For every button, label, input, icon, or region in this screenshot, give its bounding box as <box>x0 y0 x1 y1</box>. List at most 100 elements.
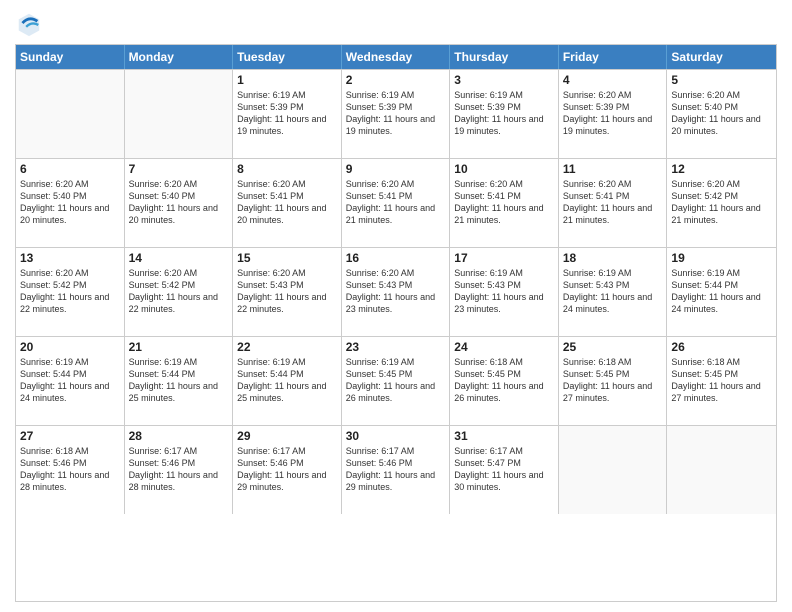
cell-info: Sunrise: 6:19 AM Sunset: 5:43 PM Dayligh… <box>563 267 663 316</box>
day-number: 19 <box>671 251 772 265</box>
day-number: 16 <box>346 251 446 265</box>
calendar-cell <box>125 70 234 158</box>
cell-info: Sunrise: 6:20 AM Sunset: 5:40 PM Dayligh… <box>129 178 229 227</box>
day-number: 8 <box>237 162 337 176</box>
day-number: 15 <box>237 251 337 265</box>
day-number: 27 <box>20 429 120 443</box>
calendar-cell: 27 Sunrise: 6:18 AM Sunset: 5:46 PM Dayli… <box>16 426 125 514</box>
day-number: 13 <box>20 251 120 265</box>
cell-info: Sunrise: 6:20 AM Sunset: 5:42 PM Dayligh… <box>20 267 120 316</box>
day-number: 6 <box>20 162 120 176</box>
cell-info: Sunrise: 6:19 AM Sunset: 5:44 PM Dayligh… <box>20 356 120 405</box>
calendar-cell: 15 Sunrise: 6:20 AM Sunset: 5:43 PM Dayli… <box>233 248 342 336</box>
calendar-cell: 30 Sunrise: 6:17 AM Sunset: 5:46 PM Dayli… <box>342 426 451 514</box>
cell-info: Sunrise: 6:20 AM Sunset: 5:41 PM Dayligh… <box>346 178 446 227</box>
calendar-cell: 20 Sunrise: 6:19 AM Sunset: 5:44 PM Dayli… <box>16 337 125 425</box>
day-number: 2 <box>346 73 446 87</box>
cell-info: Sunrise: 6:20 AM Sunset: 5:42 PM Dayligh… <box>129 267 229 316</box>
cell-info: Sunrise: 6:18 AM Sunset: 5:45 PM Dayligh… <box>563 356 663 405</box>
calendar-header-day: Thursday <box>450 45 559 69</box>
calendar-cell: 8 Sunrise: 6:20 AM Sunset: 5:41 PM Daylig… <box>233 159 342 247</box>
calendar-row: 6 Sunrise: 6:20 AM Sunset: 5:40 PM Daylig… <box>16 158 776 247</box>
header <box>15 10 777 38</box>
calendar-cell: 11 Sunrise: 6:20 AM Sunset: 5:41 PM Dayli… <box>559 159 668 247</box>
calendar-cell: 26Sunrise: 6:18 AM Sunset: 5:45 PM Dayli… <box>667 337 776 425</box>
calendar-cell: 6 Sunrise: 6:20 AM Sunset: 5:40 PM Daylig… <box>16 159 125 247</box>
day-number: 9 <box>346 162 446 176</box>
calendar-cell <box>667 426 776 514</box>
calendar-cell: 1 Sunrise: 6:19 AM Sunset: 5:39 PM Daylig… <box>233 70 342 158</box>
day-number: 21 <box>129 340 229 354</box>
calendar-cell: 16 Sunrise: 6:20 AM Sunset: 5:43 PM Dayli… <box>342 248 451 336</box>
calendar-cell: 18 Sunrise: 6:19 AM Sunset: 5:43 PM Dayli… <box>559 248 668 336</box>
cell-info: Sunrise: 6:20 AM Sunset: 5:43 PM Dayligh… <box>237 267 337 316</box>
day-number: 5 <box>671 73 772 87</box>
calendar-cell: 7 Sunrise: 6:20 AM Sunset: 5:40 PM Daylig… <box>125 159 234 247</box>
cell-info: Sunrise: 6:20 AM Sunset: 5:43 PM Dayligh… <box>346 267 446 316</box>
cell-info: Sunrise: 6:20 AM Sunset: 5:39 PM Dayligh… <box>563 89 663 138</box>
logo <box>15 10 47 38</box>
calendar-header-day: Monday <box>125 45 234 69</box>
cell-info: Sunrise: 6:19 AM Sunset: 5:39 PM Dayligh… <box>237 89 337 138</box>
calendar-cell: 29 Sunrise: 6:17 AM Sunset: 5:46 PM Dayli… <box>233 426 342 514</box>
calendar-cell <box>559 426 668 514</box>
calendar-cell: 5Sunrise: 6:20 AM Sunset: 5:40 PM Daylig… <box>667 70 776 158</box>
day-number: 31 <box>454 429 554 443</box>
cell-info: Sunrise: 6:20 AM Sunset: 5:41 PM Dayligh… <box>563 178 663 227</box>
logo-icon <box>15 10 43 38</box>
day-number: 11 <box>563 162 663 176</box>
cell-info: Sunrise: 6:17 AM Sunset: 5:46 PM Dayligh… <box>346 445 446 494</box>
cell-info: Sunrise: 6:19 AM Sunset: 5:44 PM Dayligh… <box>129 356 229 405</box>
day-number: 7 <box>129 162 229 176</box>
calendar-row: 27 Sunrise: 6:18 AM Sunset: 5:46 PM Dayli… <box>16 425 776 514</box>
day-number: 3 <box>454 73 554 87</box>
day-number: 18 <box>563 251 663 265</box>
calendar-cell: 24 Sunrise: 6:18 AM Sunset: 5:45 PM Dayli… <box>450 337 559 425</box>
cell-info: Sunrise: 6:20 AM Sunset: 5:42 PM Dayligh… <box>671 178 772 227</box>
calendar-cell: 13 Sunrise: 6:20 AM Sunset: 5:42 PM Dayli… <box>16 248 125 336</box>
day-number: 10 <box>454 162 554 176</box>
calendar-header: SundayMondayTuesdayWednesdayThursdayFrid… <box>16 45 776 69</box>
calendar-cell: 12 Sunrise: 6:20 AM Sunset: 5:42 PM Dayli… <box>667 159 776 247</box>
cell-info: Sunrise: 6:18 AM Sunset: 5:46 PM Dayligh… <box>20 445 120 494</box>
day-number: 4 <box>563 73 663 87</box>
day-number: 12 <box>671 162 772 176</box>
day-number: 29 <box>237 429 337 443</box>
cell-info: Sunrise: 6:18 AM Sunset: 5:45 PM Dayligh… <box>671 356 772 405</box>
page: SundayMondayTuesdayWednesdayThursdayFrid… <box>0 0 792 612</box>
day-number: 23 <box>346 340 446 354</box>
calendar-cell: 28Sunrise: 6:17 AM Sunset: 5:46 PM Dayli… <box>125 426 234 514</box>
day-number: 14 <box>129 251 229 265</box>
cell-info: Sunrise: 6:20 AM Sunset: 5:41 PM Dayligh… <box>237 178 337 227</box>
calendar-header-day: Saturday <box>667 45 776 69</box>
day-number: 20 <box>20 340 120 354</box>
cell-info: Sunrise: 6:17 AM Sunset: 5:46 PM Dayligh… <box>237 445 337 494</box>
calendar-body: 1 Sunrise: 6:19 AM Sunset: 5:39 PM Daylig… <box>16 69 776 514</box>
cell-info: Sunrise: 6:19 AM Sunset: 5:44 PM Dayligh… <box>671 267 772 316</box>
calendar-cell: 3 Sunrise: 6:19 AM Sunset: 5:39 PM Daylig… <box>450 70 559 158</box>
calendar-cell: 4 Sunrise: 6:20 AM Sunset: 5:39 PM Daylig… <box>559 70 668 158</box>
day-number: 30 <box>346 429 446 443</box>
cell-info: Sunrise: 6:19 AM Sunset: 5:39 PM Dayligh… <box>346 89 446 138</box>
calendar-cell: 23 Sunrise: 6:19 AM Sunset: 5:45 PM Dayli… <box>342 337 451 425</box>
day-number: 24 <box>454 340 554 354</box>
cell-info: Sunrise: 6:20 AM Sunset: 5:40 PM Dayligh… <box>20 178 120 227</box>
calendar-row: 20 Sunrise: 6:19 AM Sunset: 5:44 PM Dayli… <box>16 336 776 425</box>
calendar-cell: 14 Sunrise: 6:20 AM Sunset: 5:42 PM Dayli… <box>125 248 234 336</box>
calendar-cell: 31 Sunrise: 6:17 AM Sunset: 5:47 PM Dayli… <box>450 426 559 514</box>
cell-info: Sunrise: 6:17 AM Sunset: 5:47 PM Dayligh… <box>454 445 554 494</box>
day-number: 1 <box>237 73 337 87</box>
day-number: 17 <box>454 251 554 265</box>
calendar-cell: 19 Sunrise: 6:19 AM Sunset: 5:44 PM Dayli… <box>667 248 776 336</box>
calendar-header-day: Friday <box>559 45 668 69</box>
calendar: SundayMondayTuesdayWednesdayThursdayFrid… <box>15 44 777 602</box>
cell-info: Sunrise: 6:19 AM Sunset: 5:44 PM Dayligh… <box>237 356 337 405</box>
calendar-cell: 9 Sunrise: 6:20 AM Sunset: 5:41 PM Daylig… <box>342 159 451 247</box>
cell-info: Sunrise: 6:19 AM Sunset: 5:39 PM Dayligh… <box>454 89 554 138</box>
calendar-cell: 17 Sunrise: 6:19 AM Sunset: 5:43 PM Dayli… <box>450 248 559 336</box>
cell-info: Sunrise: 6:18 AM Sunset: 5:45 PM Dayligh… <box>454 356 554 405</box>
cell-info: Sunrise: 6:19 AM Sunset: 5:45 PM Dayligh… <box>346 356 446 405</box>
cell-info: Sunrise: 6:19 AM Sunset: 5:43 PM Dayligh… <box>454 267 554 316</box>
day-number: 28 <box>129 429 229 443</box>
calendar-cell: 10Sunrise: 6:20 AM Sunset: 5:41 PM Dayli… <box>450 159 559 247</box>
